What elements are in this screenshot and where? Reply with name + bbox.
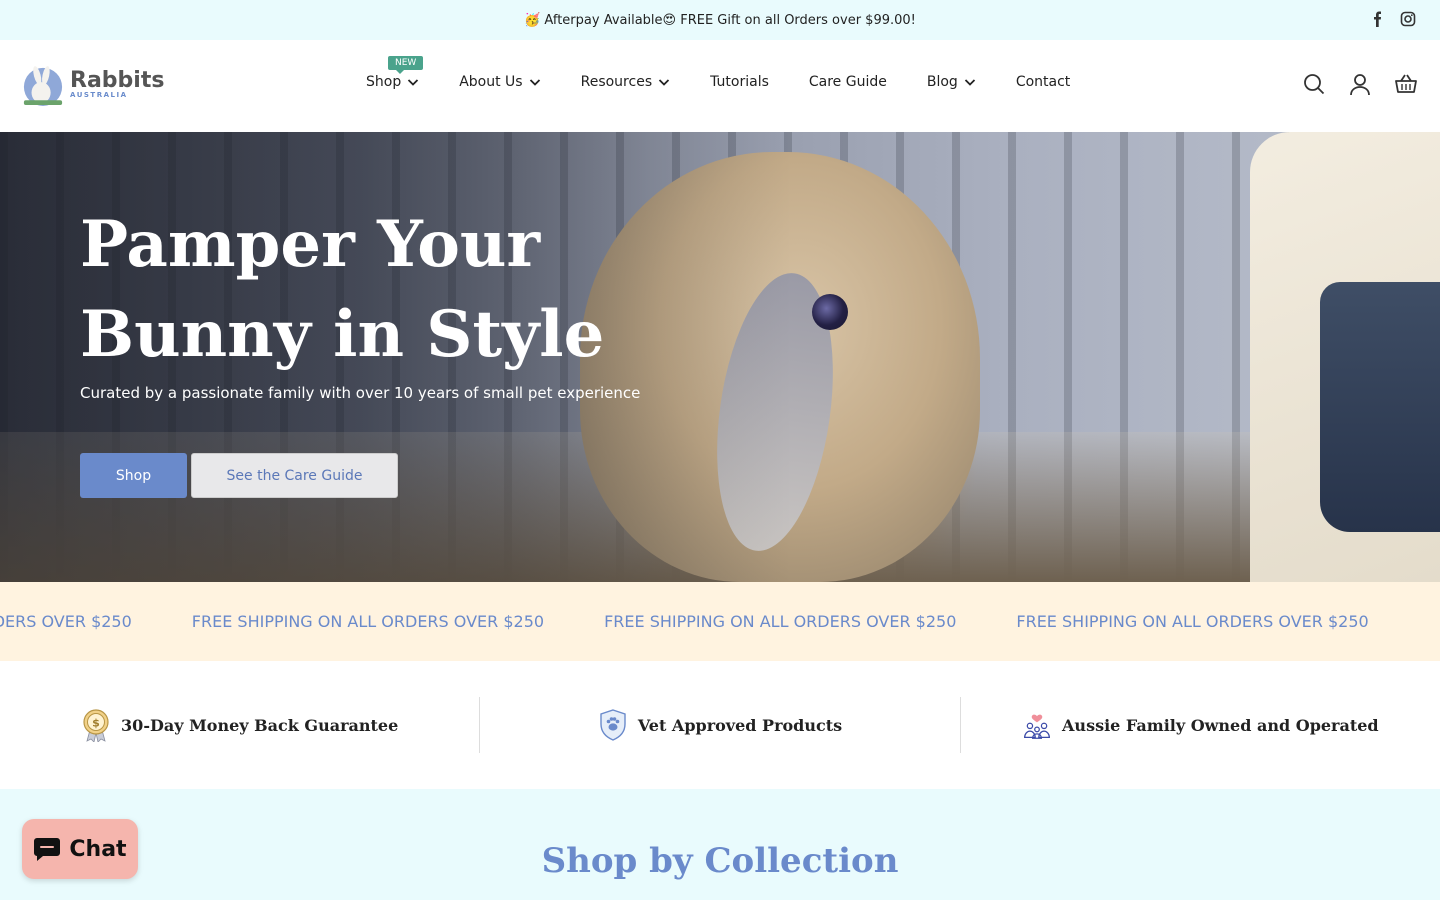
marquee-item: G ON ALL ORDERS OVER $250 [0, 612, 132, 631]
svg-text:$: $ [92, 717, 100, 730]
social-links [1370, 11, 1416, 27]
chat-button[interactable]: Chat [22, 819, 138, 879]
nav-contact-label: Contact [1015, 74, 1071, 90]
search-icon[interactable] [1302, 72, 1326, 96]
nav-shop[interactable]: NEW Shop [366, 56, 424, 90]
nav-shop-label: Shop [366, 74, 402, 90]
feature-label: Vet Approved Products [637, 715, 843, 735]
announcement-bar: 🥳 Afterpay Available😍 FREE Gift on all O… [0, 0, 1440, 40]
rabbit-logo-icon [23, 66, 63, 106]
instagram-icon[interactable] [1400, 11, 1416, 27]
hero-banner: Pamper Your Bunny in Style Curated by a … [0, 132, 1440, 582]
announcement-text: 🥳 Afterpay Available😍 FREE Gift on all O… [524, 12, 916, 28]
logo-wordmark: Rabbits [70, 68, 165, 93]
marquee-item: FREE SHIPPING ON ALL ORDERS OVER $250 [191, 612, 545, 631]
hero-care-guide-button[interactable]: See the Care Guide [191, 453, 398, 498]
hero-title: Pamper Your Bunny in Style [80, 207, 605, 372]
nav-tutorials[interactable]: Tutorials [710, 74, 769, 90]
family-icon [1024, 714, 1050, 739]
nav-resources-label: Resources [580, 74, 653, 90]
chevron-down-icon [658, 79, 670, 86]
site-header: Rabbits AUSTRALIA NEW Shop About Us Reso… [0, 40, 1440, 132]
nav-about[interactable]: About Us [459, 74, 540, 90]
marquee-item: FREE SHIPPING ON ALL ORDERS OVER $250 [1016, 612, 1369, 631]
nav-tutorials-label: Tutorials [710, 74, 769, 90]
marquee-item: FREE SHIPPING ON ALL ORDERS OVER $250 [604, 612, 957, 631]
new-badge: NEW [388, 56, 424, 74]
header-actions [1302, 72, 1418, 96]
nav-contact[interactable]: Contact [1016, 74, 1070, 90]
nav-care-guide[interactable]: Care Guide [809, 74, 887, 90]
shipping-marquee: G ON ALL ORDERS OVER $250 FREE SHIPPING … [0, 582, 1440, 661]
nav-about-label: About Us [459, 74, 523, 90]
feature-family-owned: Aussie Family Owned and Operated [961, 661, 1440, 789]
feature-vet-approved: Vet Approved Products [480, 661, 959, 789]
shop-by-collection: Shop by Collection [0, 789, 1440, 900]
chevron-down-icon [964, 79, 975, 86]
hero-shop-button[interactable]: Shop [80, 453, 187, 498]
logo[interactable]: Rabbits AUSTRALIA [20, 64, 164, 106]
chat-bubble-icon [34, 838, 61, 861]
nav-blog-label: Blog [926, 74, 958, 90]
chevron-down-icon [408, 79, 419, 86]
hero-lead: Curated by a passionate family with over… [80, 384, 641, 402]
shield-paw-icon [600, 709, 626, 741]
nav-resources[interactable]: Resources [581, 74, 671, 90]
feature-money-back: $ 30-Day Money Back Guarantee [0, 661, 479, 789]
chevron-down-icon [529, 79, 540, 86]
nav-blog[interactable]: Blog [927, 74, 976, 90]
trust-features: $ 30-Day Money Back Guarantee Vet Approv… [0, 661, 1440, 789]
account-icon[interactable] [1348, 72, 1372, 96]
nav-care-guide-label: Care Guide [808, 74, 887, 90]
feature-label: 30-Day Money Back Guarantee [121, 715, 399, 735]
facebook-icon[interactable] [1370, 11, 1386, 27]
section-title: Shop by Collection [541, 841, 899, 881]
chat-label: Chat [69, 836, 127, 862]
main-nav: NEW Shop About Us Resources Tutorials Ca… [366, 56, 1070, 90]
feature-label: Aussie Family Owned and Operated [1062, 715, 1379, 735]
cart-basket-icon[interactable] [1394, 72, 1418, 96]
medal-icon: $ [83, 709, 109, 742]
